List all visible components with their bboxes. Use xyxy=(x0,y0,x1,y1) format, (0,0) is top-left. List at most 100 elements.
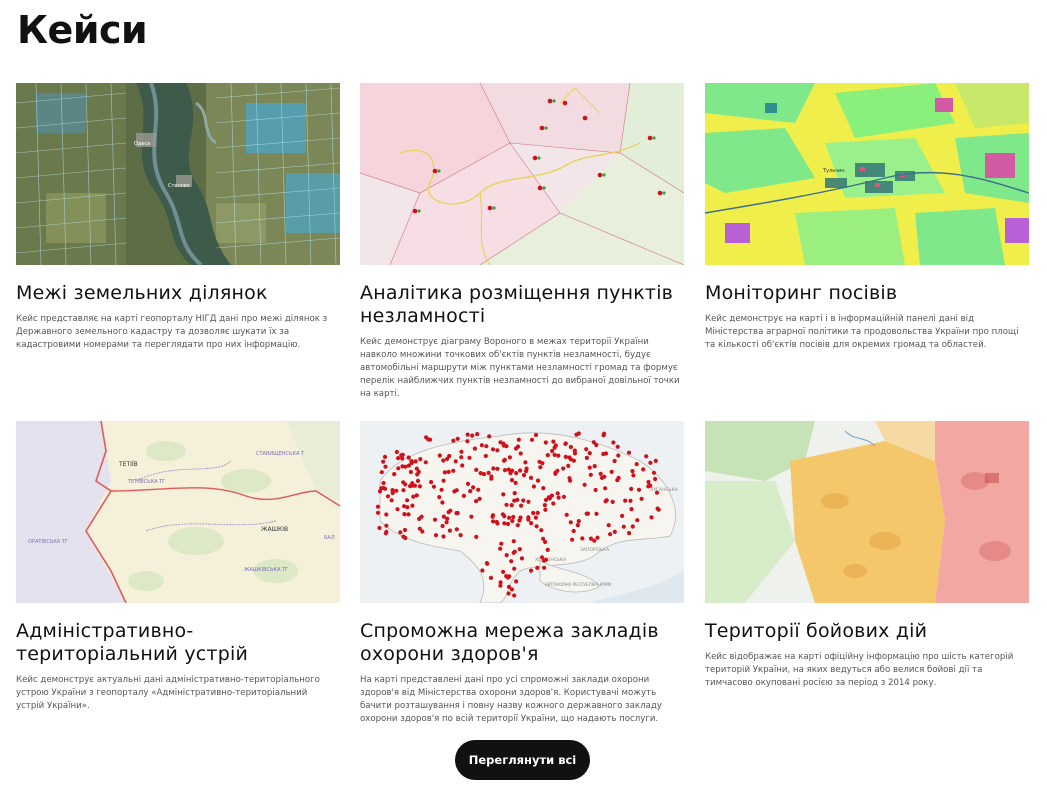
facility-marker xyxy=(616,453,621,458)
case-card-invincibility-points[interactable]: Аналітика розміщення пунктів незламності… xyxy=(360,83,685,401)
facility-marker xyxy=(505,521,511,527)
facility-marker xyxy=(580,536,585,541)
map-label: ЖАШКІВ xyxy=(261,526,288,533)
facility-marker xyxy=(541,536,546,541)
facility-marker xyxy=(511,514,516,520)
map-label: Степове xyxy=(168,183,190,189)
facility-marker xyxy=(446,469,451,474)
case-title[interactable]: Моніторинг посівів xyxy=(705,282,1030,305)
map-label: ОРАТІВСЬКА ТГ xyxy=(28,539,68,545)
facility-marker xyxy=(519,503,524,508)
facility-marker xyxy=(390,488,395,493)
facility-marker xyxy=(441,514,446,519)
case-image-combat-territories[interactable] xyxy=(705,421,1029,603)
case-card-crop-monitoring[interactable]: Тульчин Моніторинг посівів Кейс демонстр… xyxy=(705,83,1030,352)
case-image-land-parcels[interactable]: Одеса Степове xyxy=(16,83,340,265)
map-label: АВТОНОМНА РЕСПУБЛІКА КРИМ xyxy=(545,582,612,587)
facility-marker xyxy=(444,520,449,525)
facility-marker xyxy=(453,459,458,464)
facility-marker xyxy=(538,465,543,470)
facility-marker xyxy=(472,446,477,451)
facility-marker xyxy=(495,466,500,471)
view-all-button[interactable]: Переглянути всі xyxy=(455,740,590,780)
facility-marker xyxy=(389,498,394,503)
facility-marker xyxy=(616,475,621,480)
facility-marker xyxy=(512,566,517,571)
facility-marker xyxy=(594,511,599,516)
facility-marker xyxy=(513,480,518,485)
facility-marker xyxy=(474,499,479,504)
case-title[interactable]: Території бойових дій xyxy=(705,620,1030,643)
facility-marker xyxy=(594,442,599,448)
facility-marker xyxy=(549,493,554,498)
case-title[interactable]: Аналітика розміщення пунктів незламності xyxy=(360,282,685,328)
case-image-crop-monitoring[interactable]: Тульчин xyxy=(705,83,1029,265)
facility-marker xyxy=(529,568,534,573)
facility-marker xyxy=(654,490,660,495)
facility-marker xyxy=(501,492,506,497)
facility-marker xyxy=(656,507,661,512)
facility-marker xyxy=(571,528,576,534)
facility-marker xyxy=(479,443,484,448)
facility-marker xyxy=(646,484,651,489)
facility-marker xyxy=(550,448,555,454)
facility-marker xyxy=(501,569,506,574)
facility-marker xyxy=(641,467,646,472)
crop-fields-map: Тульчин xyxy=(705,83,1029,265)
facility-marker xyxy=(542,503,547,508)
facility-marker xyxy=(509,478,515,483)
facility-marker xyxy=(476,487,481,492)
facility-marker xyxy=(459,455,464,460)
facility-marker xyxy=(540,461,545,466)
case-card-land-parcels[interactable]: Одеса Степове Межі земельних ділянок Кей… xyxy=(16,83,341,352)
case-image-invincibility-points[interactable] xyxy=(360,83,684,265)
facility-marker xyxy=(556,495,561,500)
facility-marker xyxy=(627,531,632,536)
facility-marker xyxy=(506,584,512,589)
facility-marker xyxy=(402,504,407,509)
facility-marker xyxy=(630,469,635,474)
facility-marker xyxy=(564,512,569,517)
map-label: ХЕРСОНСЬКА xyxy=(535,557,567,563)
case-card-combat-territories[interactable]: Території бойових дій Кейс відображає на… xyxy=(705,421,1030,690)
case-title[interactable]: Адміністративно-територіальний устрій xyxy=(16,620,341,666)
facility-marker xyxy=(402,512,407,517)
facility-marker xyxy=(451,468,456,473)
facility-marker xyxy=(499,541,504,546)
facility-marker xyxy=(460,463,465,468)
facility-marker xyxy=(446,510,451,515)
facility-marker xyxy=(592,464,597,469)
case-description: Кейс демонструє на карті і в інформаційн… xyxy=(705,314,1019,350)
facility-marker xyxy=(441,458,446,463)
map-label: БАЛ xyxy=(324,535,335,541)
facility-marker xyxy=(628,498,633,503)
case-image-admin-structure[interactable]: ТЕТІЇВ ТЕТІЇВСЬКА ТГ СТАВИЩЕНСЬКА Т ЖАШК… xyxy=(16,421,340,603)
facility-marker xyxy=(424,435,429,440)
facility-marker xyxy=(418,457,423,462)
facility-marker xyxy=(529,521,534,526)
facility-marker xyxy=(626,450,632,455)
facility-marker xyxy=(582,482,587,487)
case-image-healthcare-network[interactable]: ЛУГАНСЬКА ЗАПОРІЗЬКА ХЕРСОНСЬКА АВТОНОМН… xyxy=(360,421,684,603)
facility-marker xyxy=(441,478,446,483)
facility-marker xyxy=(416,469,421,474)
facility-marker xyxy=(461,493,466,498)
case-title[interactable]: Спроможна мережа закладів охорони здоров… xyxy=(360,620,685,666)
facility-marker xyxy=(454,488,459,493)
case-title[interactable]: Межі земельних ділянок xyxy=(16,282,341,305)
facility-marker xyxy=(528,475,534,480)
facility-marker xyxy=(408,469,413,475)
facility-marker xyxy=(524,466,529,471)
facility-marker xyxy=(517,547,522,552)
facility-marker xyxy=(488,575,494,580)
facility-marker xyxy=(383,531,388,536)
facility-marker xyxy=(501,443,506,448)
case-card-healthcare-network[interactable]: ЛУГАНСЬКА ЗАПОРІЗЬКА ХЕРСОНСЬКА АВТОНОМН… xyxy=(360,421,685,726)
page-title: Кейси xyxy=(17,8,148,52)
facility-marker xyxy=(509,559,514,564)
facility-marker xyxy=(410,481,415,486)
facility-marker xyxy=(437,453,442,458)
map-label: Тульчин xyxy=(822,168,845,174)
facility-marker xyxy=(383,464,388,469)
case-card-admin-structure[interactable]: ТЕТІЇВ ТЕТІЇВСЬКА ТГ СТАВИЩЕНСЬКА Т ЖАШК… xyxy=(16,421,341,713)
